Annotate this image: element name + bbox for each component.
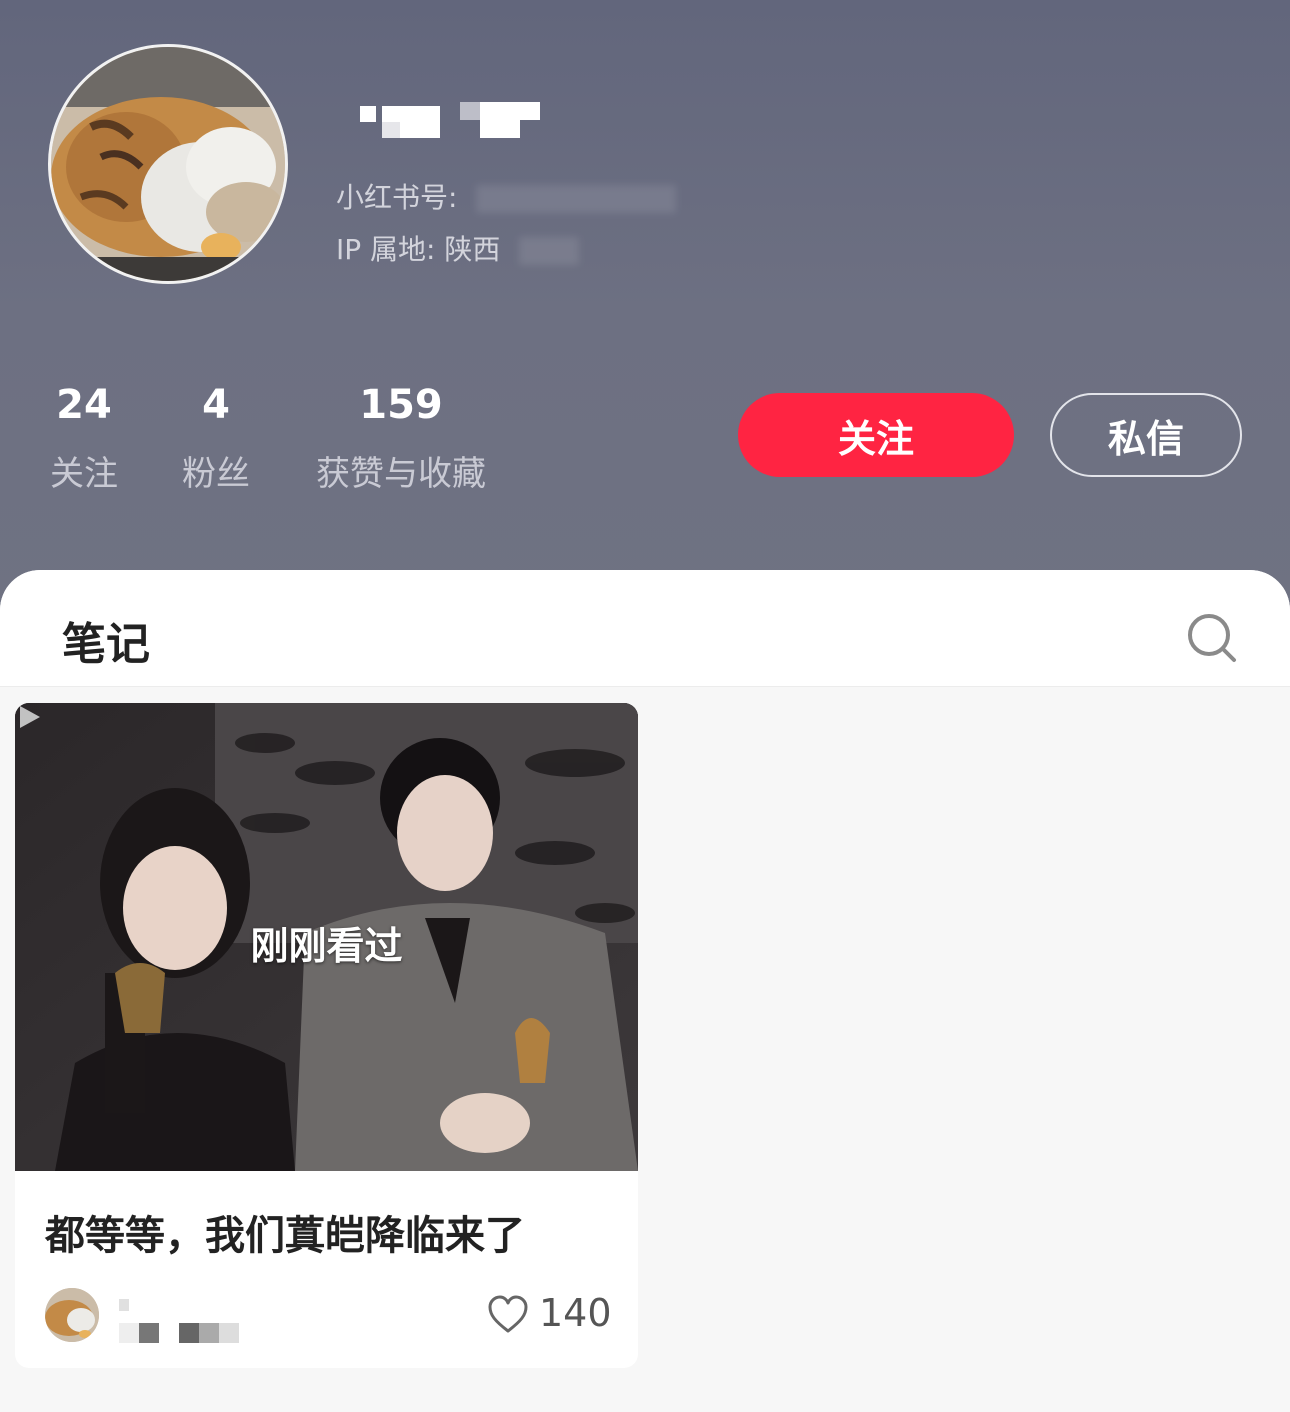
red-id-redacted bbox=[476, 185, 677, 213]
stat-following[interactable]: 24 关注 bbox=[46, 382, 122, 495]
note-card[interactable]: 刚刚看过 都等等，我们蒖皑降临来了 140 bbox=[15, 703, 638, 1368]
play-icon bbox=[20, 706, 40, 728]
author-avatar[interactable] bbox=[45, 1288, 99, 1342]
nickname-redacted bbox=[360, 98, 560, 142]
like-count: 140 bbox=[539, 1291, 612, 1335]
recently-viewed-label: 刚刚看过 bbox=[250, 924, 403, 968]
search-icon[interactable] bbox=[1186, 612, 1238, 664]
following-count: 24 bbox=[56, 382, 112, 428]
follow-button[interactable]: 关注 bbox=[738, 393, 1014, 477]
message-button[interactable]: 私信 bbox=[1050, 393, 1242, 477]
followers-count: 4 bbox=[202, 382, 230, 428]
ip-location-label: IP 属地: 陕西 bbox=[336, 233, 501, 266]
profile-avatar[interactable] bbox=[48, 44, 288, 284]
note-cover-image[interactable]: 刚刚看过 bbox=[15, 703, 638, 1171]
ip-location-redacted bbox=[519, 237, 580, 265]
notes-panel: 笔记 刚刚看过 都等等，我们蒖皑降临来了 140 bbox=[0, 570, 1290, 1412]
notes-tabbar: 笔记 bbox=[0, 570, 1290, 687]
cat-photo bbox=[51, 47, 285, 281]
stat-likes-collects[interactable]: 159 获赞与收藏 bbox=[308, 382, 494, 495]
likes-collects-count: 159 bbox=[359, 382, 443, 428]
heart-outline-icon[interactable] bbox=[487, 1295, 529, 1335]
stat-followers[interactable]: 4 粉丝 bbox=[178, 382, 254, 495]
followers-label: 粉丝 bbox=[182, 454, 250, 494]
red-id-line: 小红书号: bbox=[336, 176, 677, 216]
likes-collects-label: 获赞与收藏 bbox=[316, 454, 486, 494]
profile-header: 小红书号: IP 属地: 陕西 24 关注 4 粉丝 159 获赞与收藏 关注 … bbox=[0, 0, 1290, 620]
tab-notes[interactable]: 笔记 bbox=[62, 608, 150, 672]
following-label: 关注 bbox=[50, 454, 118, 494]
note-title[interactable]: 都等等，我们蒖皑降临来了 bbox=[45, 1203, 525, 1261]
ip-location-line: IP 属地: 陕西 bbox=[336, 228, 580, 268]
cat-photo-small bbox=[45, 1288, 99, 1342]
red-id-label: 小红书号: bbox=[336, 181, 458, 214]
author-name-redacted bbox=[115, 1295, 245, 1343]
